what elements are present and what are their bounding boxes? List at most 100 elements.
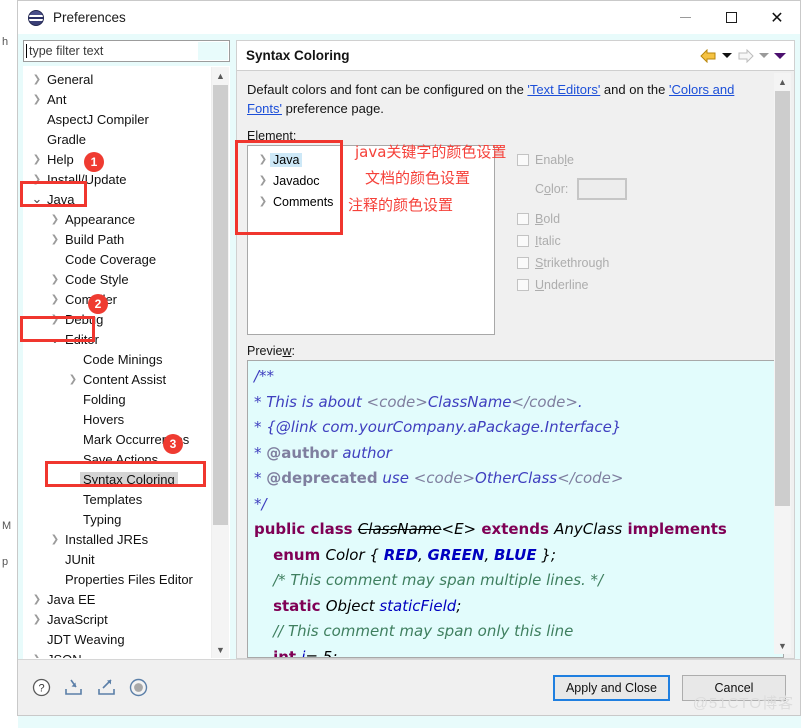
scroll-down-icon[interactable]: ▼ — [212, 641, 229, 658]
sidebar-item-compiler[interactable]: ❯Compiler — [24, 289, 212, 309]
code-line: // This comment may span only this line — [273, 622, 574, 640]
chevron-right-icon[interactable]: ❯ — [256, 175, 270, 186]
sidebar-item-code-coverage[interactable]: Code Coverage — [24, 249, 212, 269]
chevron-right-icon[interactable]: ❯ — [48, 294, 62, 305]
chevron-right-icon[interactable]: ❯ — [30, 654, 44, 659]
tree-scrollbar-thumb[interactable] — [213, 85, 228, 525]
sidebar-item-gradle[interactable]: Gradle — [24, 129, 212, 149]
bold-checkbox[interactable]: Bold — [517, 208, 627, 230]
dialog-body: type filter text ❯ General ❯ Ant AspectJ Com… — [18, 34, 800, 659]
chevron-right-icon[interactable]: ❯ — [48, 534, 62, 545]
preferences-tree[interactable]: ❯ General ❯ Ant AspectJ Compiler Gradle ❯ Help ❯… — [23, 66, 230, 659]
bold-checkbox-box[interactable] — [517, 213, 529, 225]
sidebar-item-label: Java — [47, 191, 75, 207]
chevron-right-icon[interactable]: ❯ — [48, 314, 62, 325]
sidebar-item-java-ee[interactable]: ❯ Java EE — [24, 589, 212, 609]
chevron-right-icon[interactable]: ❯ — [30, 614, 44, 625]
tree-scrollbar[interactable]: ▲ ▼ — [211, 67, 229, 658]
sidebar-item-junit[interactable]: JUnit — [24, 549, 212, 569]
italic-checkbox[interactable]: Italic — [517, 230, 627, 252]
element-item-label: Javadoc — [273, 173, 320, 188]
chevron-right-icon[interactable]: ❯ — [30, 94, 44, 105]
import-icon[interactable] — [63, 678, 84, 697]
chevron-right-icon[interactable]: ❯ — [30, 174, 44, 185]
sidebar-item-folding[interactable]: Folding — [24, 389, 212, 409]
restore-defaults-icon[interactable] — [129, 678, 148, 697]
chevron-right-icon[interactable]: ❯ — [48, 214, 62, 225]
text-editors-link[interactable]: 'Text Editors' — [527, 82, 600, 97]
sidebar-item-label: Installed JREs — [65, 531, 149, 547]
page-scrollbar[interactable]: ▲ ▼ — [774, 73, 791, 654]
chevron-right-icon[interactable]: ❯ — [256, 196, 270, 207]
sidebar-item-appearance[interactable]: ❯ Appearance — [24, 209, 212, 229]
sidebar-item-jdt-weaving[interactable]: JDT Weaving — [24, 629, 212, 649]
sidebar-item-save-actions[interactable]: Save Actions — [24, 449, 212, 469]
back-arrow-icon[interactable] — [700, 48, 717, 63]
enable-checkbox-box[interactable] — [517, 154, 529, 166]
italic-checkbox-box[interactable] — [517, 235, 529, 247]
chevron-right-icon[interactable]: ❯ — [66, 374, 80, 385]
back-chevron-down-icon[interactable] — [722, 53, 732, 58]
sidebar-item-hovers[interactable]: Hovers — [24, 409, 212, 429]
preview-pane[interactable]: /** * This is about <code>ClassName</cod… — [247, 360, 784, 658]
strikethrough-checkbox-box[interactable] — [517, 257, 529, 269]
sidebar-item-debug[interactable]: ❯ Debug — [24, 309, 212, 329]
chevron-right-icon[interactable]: ❯ — [30, 154, 44, 165]
page-scrollbar-thumb[interactable] — [775, 91, 790, 506]
enable-checkbox[interactable]: Enable — [517, 149, 627, 171]
code-line: * {@link com.yourCompany.aPackage.Interf… — [254, 418, 622, 436]
sidebar-item-aspectj-compiler[interactable]: AspectJ Compiler — [24, 109, 212, 129]
chevron-right-icon[interactable]: ❯ — [256, 154, 270, 165]
sidebar-item-editor[interactable]: ⌄ Editor — [24, 329, 212, 349]
sidebar-item-code-minings[interactable]: Code Minings — [24, 349, 212, 369]
sidebar-item-templates[interactable]: Templates — [24, 489, 212, 509]
page-scroll-down-icon[interactable]: ▼ — [774, 637, 791, 654]
sidebar-item-label: JavaScript — [47, 611, 108, 627]
sidebar-item-json[interactable]: ❯JSON — [24, 649, 212, 659]
strikethrough-checkbox[interactable]: Strikethrough — [517, 252, 627, 274]
sidebar-item-mark-occurrences[interactable]: Mark Occurrences — [24, 429, 212, 449]
chevron-right-icon[interactable]: ❯ — [48, 274, 62, 285]
sidebar-item-label: Typing — [83, 511, 122, 527]
sidebar-item-general[interactable]: ❯ General — [24, 69, 212, 89]
filter-input-wrap[interactable]: type filter text — [23, 40, 230, 62]
sidebar-item-content-assist[interactable]: ❯ Content Assist — [24, 369, 212, 389]
code-line: * @deprecated use <code>OtherClass</code… — [254, 469, 624, 487]
annotation-badge-3: 3 — [163, 434, 183, 454]
sidebar-item-build-path[interactable]: ❯ Build Path — [24, 229, 212, 249]
sidebar-item-syntax-coloring[interactable]: Syntax Coloring — [24, 469, 212, 489]
element-item-label: Comments — [273, 194, 334, 209]
sidebar-item-label: Content Assist — [83, 371, 167, 387]
close-button[interactable]: ✕ — [754, 1, 800, 34]
page-scroll-up-icon[interactable]: ▲ — [774, 73, 791, 90]
view-menu-chevron-down-icon[interactable] — [774, 52, 786, 59]
color-swatch-button[interactable] — [577, 178, 628, 200]
sidebar-item-install-update[interactable]: ❯ Install/Update — [24, 169, 212, 189]
underline-checkbox-box[interactable] — [517, 279, 529, 291]
sidebar-item-properties-files-editor[interactable]: Properties Files Editor — [24, 569, 212, 589]
underline-checkbox[interactable]: Underline — [517, 274, 627, 296]
chevron-right-icon[interactable]: ❯ — [48, 234, 62, 245]
text-caret — [26, 44, 27, 58]
sidebar-item-installed-jres[interactable]: ❯ Installed JREs — [24, 529, 212, 549]
minimize-button[interactable] — [662, 1, 708, 34]
sidebar-item-label: AspectJ Compiler — [47, 111, 149, 127]
help-icon[interactable]: ? — [32, 678, 51, 697]
sidebar-item-label: Editor — [65, 331, 99, 347]
sidebar-item-java[interactable]: ⌄ Java — [24, 189, 212, 209]
chevron-down-icon[interactable]: ⌄ — [48, 331, 62, 347]
maximize-button[interactable] — [708, 1, 754, 34]
sidebar-item-javascript[interactable]: ❯ JavaScript — [24, 609, 212, 629]
chevron-right-icon[interactable]: ❯ — [30, 594, 44, 605]
export-icon[interactable] — [96, 678, 117, 697]
sidebar-item-typing[interactable]: Typing — [24, 509, 212, 529]
sidebar-item-help[interactable]: ❯ Help — [24, 149, 212, 169]
search-input[interactable]: type filter text — [29, 44, 103, 58]
sidebar-item-ant[interactable]: ❯ Ant — [24, 89, 212, 109]
element-item-label: Java — [270, 152, 303, 167]
apply-and-close-button[interactable]: Apply and Close — [552, 674, 670, 701]
sidebar-item-code-style[interactable]: ❯ Code Style — [24, 269, 212, 289]
chevron-right-icon[interactable]: ❯ — [30, 74, 44, 85]
chevron-down-icon[interactable]: ⌄ — [30, 191, 44, 207]
scroll-up-icon[interactable]: ▲ — [212, 67, 229, 84]
